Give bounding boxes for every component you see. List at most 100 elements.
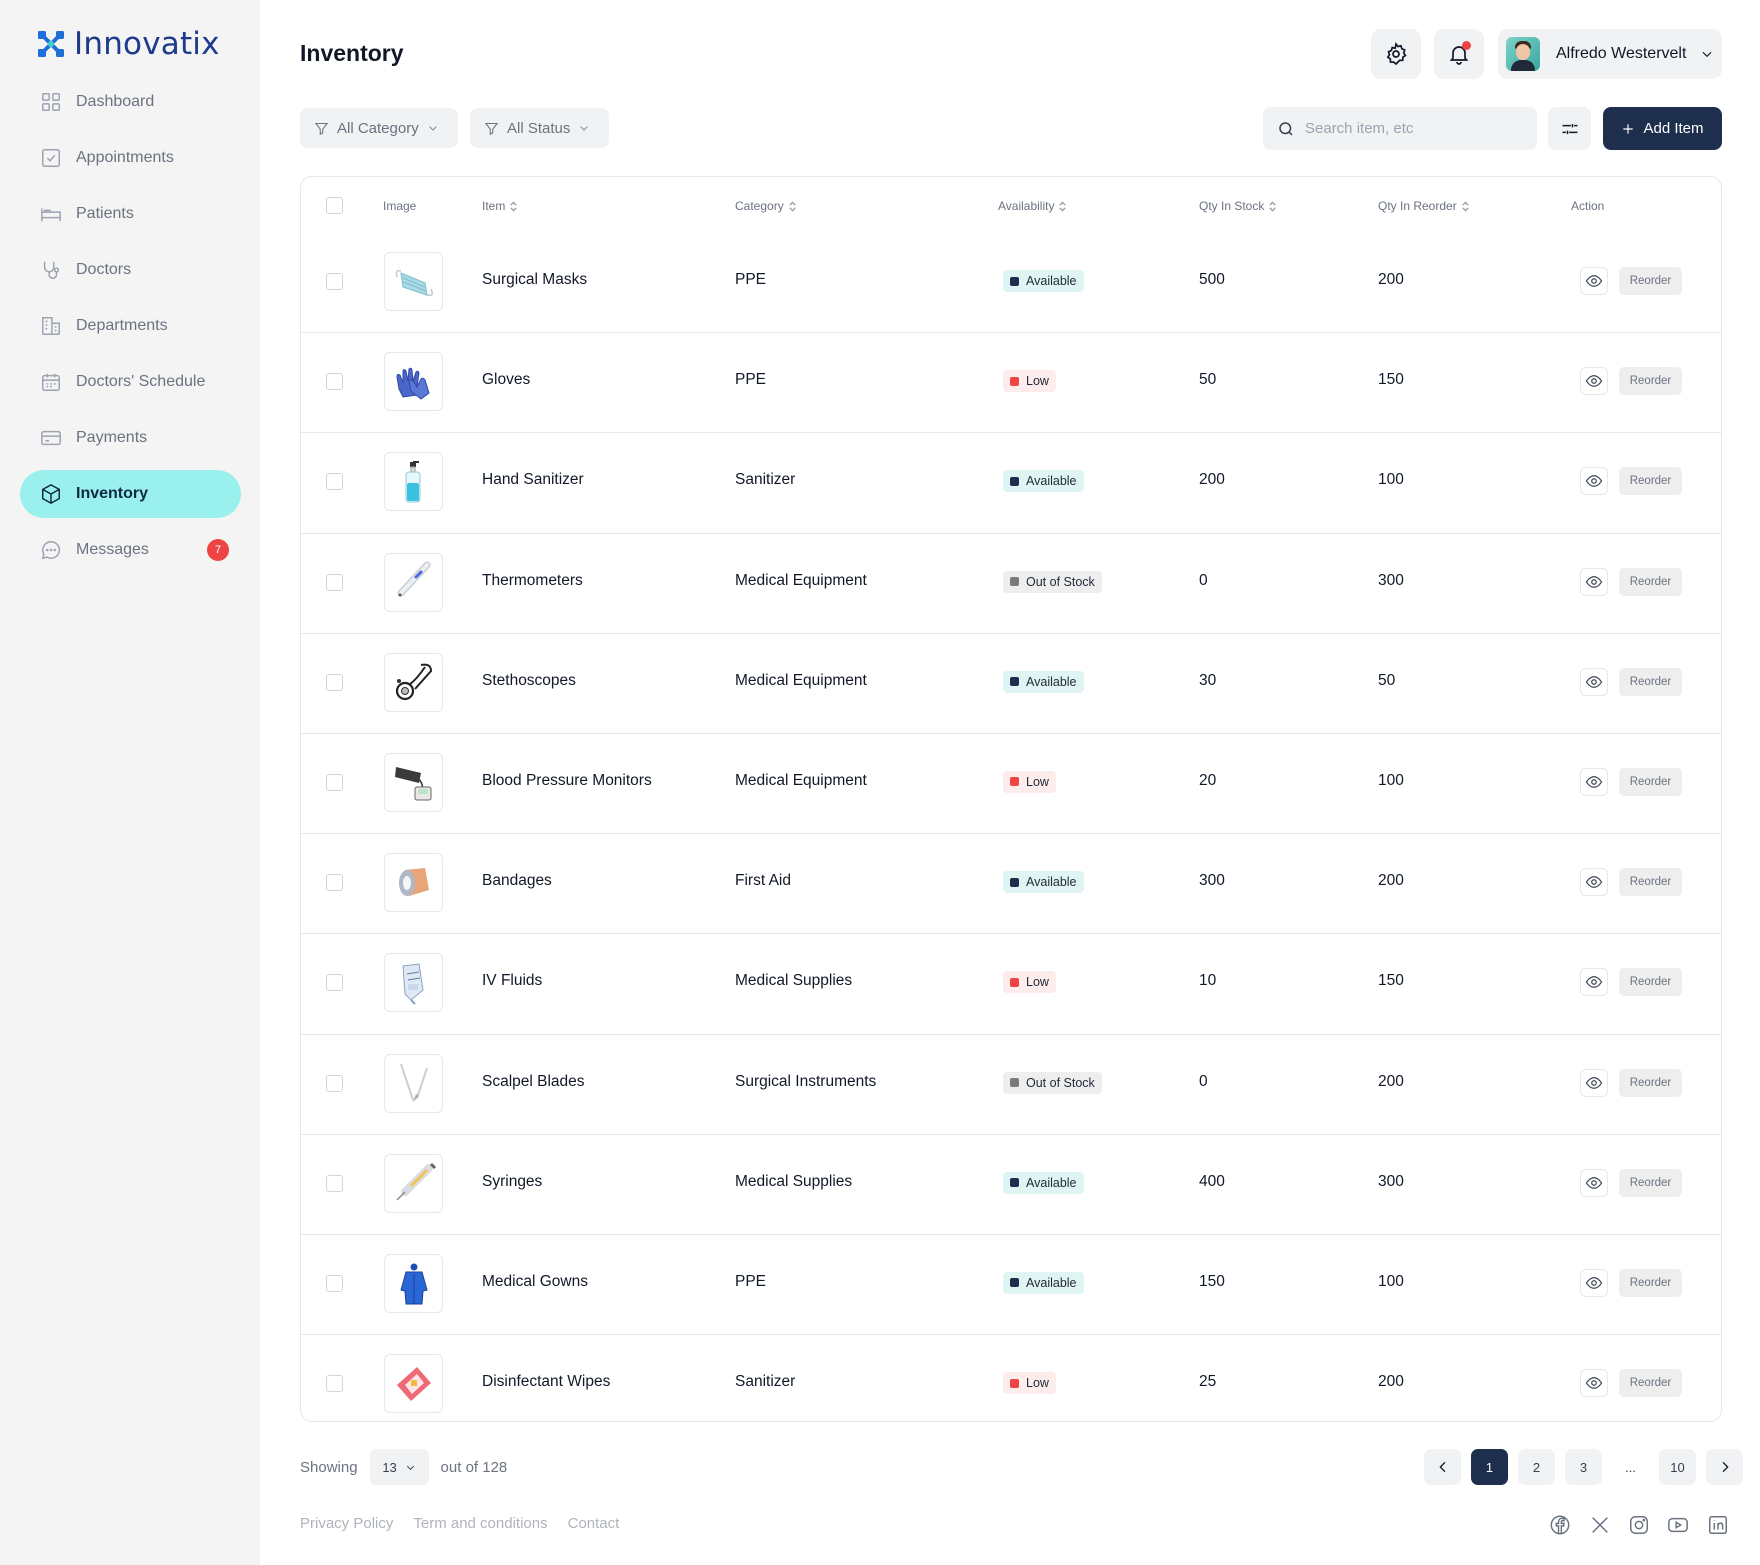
- page-size-select[interactable]: 13: [369, 1449, 429, 1485]
- column-header-qty-in-stock[interactable]: Qty In Stock: [1199, 199, 1277, 213]
- contact-link[interactable]: Contact: [568, 1515, 620, 1532]
- search-icon: [1279, 121, 1293, 136]
- reorder-button[interactable]: Reorder: [1619, 1168, 1682, 1197]
- linkedin-link[interactable]: [1707, 1514, 1729, 1536]
- row-checkbox[interactable]: [326, 773, 343, 791]
- page-button-10[interactable]: 10: [1659, 1449, 1696, 1485]
- view-item-button[interactable]: [1580, 1068, 1608, 1097]
- column-header-availability[interactable]: Availability: [998, 199, 1067, 213]
- reorder-button[interactable]: Reorder: [1619, 1268, 1682, 1297]
- column-header-qty-in-reorder[interactable]: Qty In Reorder: [1378, 199, 1470, 213]
- sidebar-item-label: Patients: [76, 205, 134, 222]
- sidebar-item-messages[interactable]: Messages 7: [20, 526, 241, 574]
- column-header-category[interactable]: Category: [735, 199, 797, 213]
- privacy-policy-link[interactable]: Privacy Policy: [300, 1515, 393, 1532]
- page-button-2[interactable]: 2: [1518, 1449, 1555, 1485]
- row-checkbox[interactable]: [326, 974, 343, 992]
- qty-in-stock: 25: [1199, 1373, 1217, 1391]
- instagram-link[interactable]: [1628, 1514, 1650, 1536]
- reorder-button[interactable]: Reorder: [1619, 1369, 1682, 1398]
- qty-in-stock: 400: [1199, 1172, 1225, 1190]
- x-link[interactable]: [1589, 1514, 1611, 1536]
- reorder-button[interactable]: Reorder: [1619, 767, 1682, 796]
- prev-page-button[interactable]: [1424, 1449, 1461, 1485]
- reorder-button[interactable]: Reorder: [1619, 267, 1682, 295]
- column-header-item[interactable]: Item: [482, 199, 518, 213]
- status-badge: Available: [1003, 1171, 1084, 1194]
- column-header-action: Action: [1571, 199, 1605, 213]
- sidebar-item-doctors-schedule[interactable]: Doctors' Schedule: [20, 358, 241, 406]
- reorder-button[interactable]: Reorder: [1619, 968, 1682, 997]
- eye-icon: [1585, 675, 1603, 688]
- status-label: Available: [1026, 474, 1077, 489]
- reorder-button[interactable]: Reorder: [1619, 1068, 1682, 1097]
- status-filter[interactable]: All Status: [470, 108, 609, 148]
- item-image: [384, 352, 443, 412]
- view-item-button[interactable]: [1580, 767, 1608, 796]
- youtube-link[interactable]: [1667, 1514, 1689, 1536]
- view-item-button[interactable]: [1580, 968, 1608, 997]
- view-item-button[interactable]: [1580, 367, 1608, 396]
- reorder-button[interactable]: Reorder: [1619, 467, 1682, 496]
- brand-name: Innovatix: [74, 26, 220, 62]
- row-checkbox[interactable]: [326, 473, 343, 491]
- row-checkbox[interactable]: [326, 1074, 343, 1092]
- notifications-button[interactable]: [1434, 29, 1484, 79]
- view-item-button[interactable]: [1580, 467, 1608, 496]
- view-item-button[interactable]: [1580, 567, 1608, 596]
- item-image: [384, 552, 443, 612]
- view-item-button[interactable]: [1580, 868, 1608, 897]
- sidebar-item-inventory[interactable]: Inventory: [20, 470, 241, 518]
- category-filter[interactable]: All Category: [300, 108, 458, 148]
- row-checkbox[interactable]: [326, 874, 343, 892]
- sidebar-item-payments[interactable]: Payments: [20, 414, 241, 462]
- select-all-checkbox[interactable]: [326, 197, 343, 214]
- bandage-icon: [398, 867, 429, 896]
- showing-label: Showing: [300, 1458, 358, 1476]
- status-dot: [1010, 777, 1019, 787]
- box-icon: [42, 483, 60, 505]
- status-label: Available: [1026, 1175, 1077, 1190]
- row-checkbox[interactable]: [326, 1274, 343, 1292]
- grid-icon: [42, 93, 60, 111]
- sidebar-item-doctors[interactable]: Doctors: [20, 246, 241, 294]
- next-page-button[interactable]: [1706, 1449, 1743, 1485]
- row-checkbox[interactable]: [326, 673, 343, 691]
- table-row: Gloves PPE Low 50 150 Reorder: [301, 333, 1721, 434]
- facebook-link[interactable]: [1549, 1514, 1571, 1536]
- brand-logo[interactable]: Innovatix: [36, 26, 220, 62]
- terms-link[interactable]: Term and conditions: [413, 1515, 547, 1532]
- item-category: First Aid: [735, 872, 791, 890]
- reorder-button[interactable]: Reorder: [1619, 367, 1682, 396]
- row-checkbox[interactable]: [326, 273, 343, 290]
- row-checkbox[interactable]: [326, 373, 343, 391]
- adjust-filters-button[interactable]: [1548, 107, 1591, 150]
- view-item-button[interactable]: [1580, 267, 1608, 295]
- sidebar-item-dashboard[interactable]: Dashboard: [20, 78, 241, 126]
- gown-icon: [399, 1263, 428, 1305]
- sidebar-item-patients[interactable]: Patients: [20, 190, 241, 238]
- eye-icon: [1585, 976, 1603, 989]
- sidebar-item-departments[interactable]: Departments: [20, 302, 241, 350]
- reorder-button[interactable]: Reorder: [1619, 667, 1682, 696]
- view-item-button[interactable]: [1580, 1268, 1608, 1297]
- table-row: Medical Gowns PPE Available 150 100 Reor…: [301, 1235, 1721, 1336]
- reorder-button[interactable]: Reorder: [1619, 868, 1682, 897]
- view-item-button[interactable]: [1580, 1369, 1608, 1398]
- search-input[interactable]: [1305, 120, 1525, 137]
- view-item-button[interactable]: [1580, 667, 1608, 696]
- add-item-button[interactable]: Add Item: [1603, 107, 1722, 150]
- row-checkbox[interactable]: [326, 1174, 343, 1192]
- user-menu[interactable]: Alfredo Westervelt: [1498, 29, 1722, 79]
- reorder-button[interactable]: Reorder: [1619, 567, 1682, 596]
- row-checkbox[interactable]: [326, 1375, 343, 1393]
- settings-button[interactable]: [1371, 29, 1421, 79]
- sidebar-item-appointments[interactable]: Appointments: [20, 134, 241, 182]
- category-filter-label: All Category: [337, 119, 419, 137]
- view-item-button[interactable]: [1580, 1168, 1608, 1197]
- page-button-1[interactable]: 1: [1471, 1449, 1508, 1485]
- page-button-3[interactable]: 3: [1565, 1449, 1602, 1485]
- row-checkbox[interactable]: [326, 573, 343, 591]
- item-image: [384, 1153, 443, 1213]
- status-badge: Low: [1003, 1372, 1056, 1395]
